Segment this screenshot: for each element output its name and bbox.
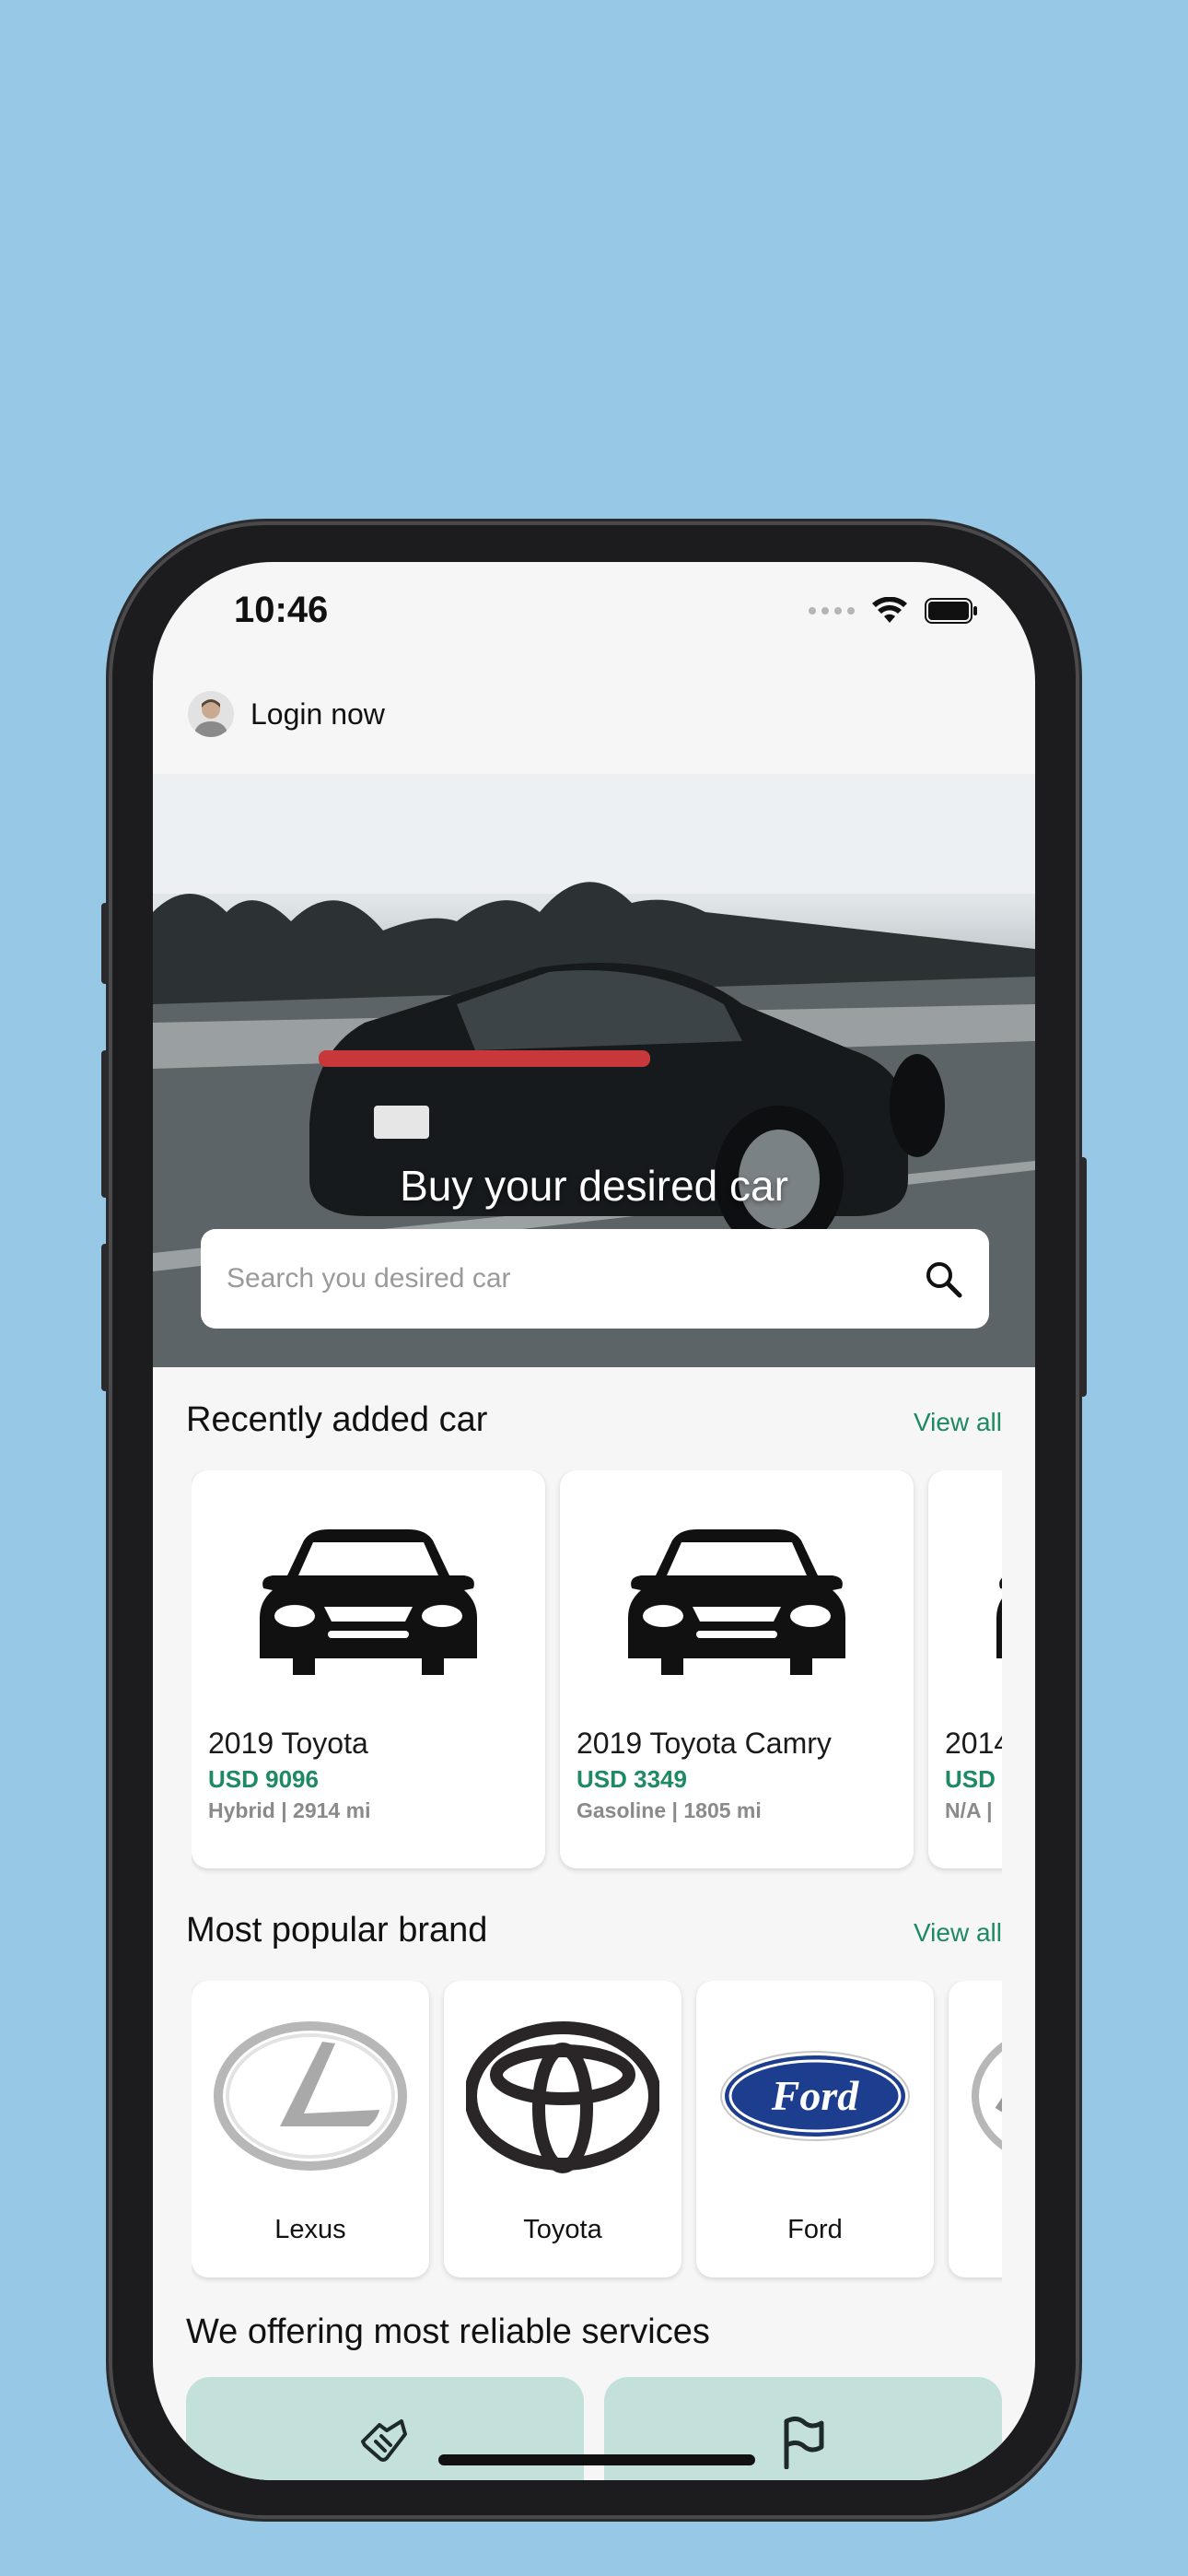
status-time: 10:46 (234, 590, 329, 630)
car-price: USD 3349 (577, 1765, 687, 1793)
hero-title: Buy your desired car (400, 1162, 788, 1210)
car-card[interactable]: 2019 Toyota Camry USD 3349 Gasoline | 18… (560, 1470, 914, 1868)
car-card[interactable]: 2014 USD N/A | (928, 1470, 1002, 1868)
search-box (201, 1229, 989, 1329)
home-indicator[interactable] (438, 2454, 755, 2465)
car-name: 2019 Toyota (208, 1727, 368, 1760)
volume-up-button (101, 1050, 109, 1198)
brand-card-ford[interactable]: Ford Ford (696, 1981, 934, 2277)
login-now-link[interactable]: Login now (250, 697, 385, 732)
ford-logo-icon: Ford (720, 2051, 910, 2141)
recent-section-title: Recently added car (186, 1400, 488, 1439)
hero-banner: Buy your desired car (153, 774, 1035, 1367)
car-icon (996, 1577, 1002, 1658)
avatar (188, 691, 234, 737)
brands-section-header: Most popular brand View all (186, 1911, 1002, 1950)
signal-dots-icon (809, 607, 855, 615)
car-icon (628, 1529, 845, 1675)
car-price: USD 9096 (208, 1765, 319, 1793)
recent-section-header: Recently added car View all (186, 1400, 1002, 1440)
services-title: We offering most reliable services (186, 2313, 710, 2351)
car-name: 2014 (945, 1727, 1002, 1760)
handshake-icon (361, 2419, 407, 2462)
lexus-logo-icon (214, 2021, 407, 2171)
brand-card[interactable] (949, 1981, 1002, 2277)
car-icon (260, 1529, 477, 1675)
brand-card-lexus[interactable]: Lexus (192, 1981, 429, 2277)
ford-logo-text: Ford (771, 2072, 860, 2119)
brand-name: Toyota (523, 2215, 602, 2244)
brand-name: Lexus (274, 2215, 346, 2244)
brands-view-all-link[interactable]: View all (914, 1918, 1002, 1948)
car-meta: Gasoline | 1805 mi (577, 1798, 762, 1822)
app-screen: 10:46 Login now Buy your desired car Sea… (153, 562, 1035, 2480)
user-avatar-icon (193, 699, 228, 737)
silent-switch (101, 903, 109, 984)
recent-cars-carousel[interactable]: 2019 Toyota USD 9096 Hybrid | 2914 mi 20… (192, 1470, 1002, 1876)
brand-name: Ford (787, 2215, 843, 2244)
status-icons (809, 597, 978, 625)
car-meta: Hybrid | 2914 mi (208, 1798, 371, 1822)
battery-icon (925, 598, 977, 624)
car-meta: N/A | (945, 1798, 993, 1822)
search-icon[interactable] (923, 1259, 963, 1299)
toyota-logo-icon (466, 2021, 659, 2173)
car-card[interactable]: 2019 Toyota USD 9096 Hybrid | 2914 mi (192, 1470, 545, 1868)
search-input[interactable] (227, 1263, 923, 1294)
brands-carousel[interactable]: Lexus Toyota Ford Ford (192, 1981, 1002, 2285)
car-price: USD (945, 1765, 996, 1793)
car-name: 2019 Toyota Camry (577, 1727, 832, 1760)
wifi-icon (872, 597, 907, 623)
flag-icon (784, 2416, 824, 2469)
volume-down-button (101, 1244, 109, 1391)
login-row[interactable]: Login now (188, 691, 385, 737)
brands-section-title: Most popular brand (186, 1911, 488, 1950)
brand-card-toyota[interactable]: Toyota (444, 1981, 681, 2277)
brand-logo-icon (972, 2042, 1002, 2150)
recent-view-all-link[interactable]: View all (914, 1408, 1002, 1437)
power-button (1079, 1157, 1087, 1397)
